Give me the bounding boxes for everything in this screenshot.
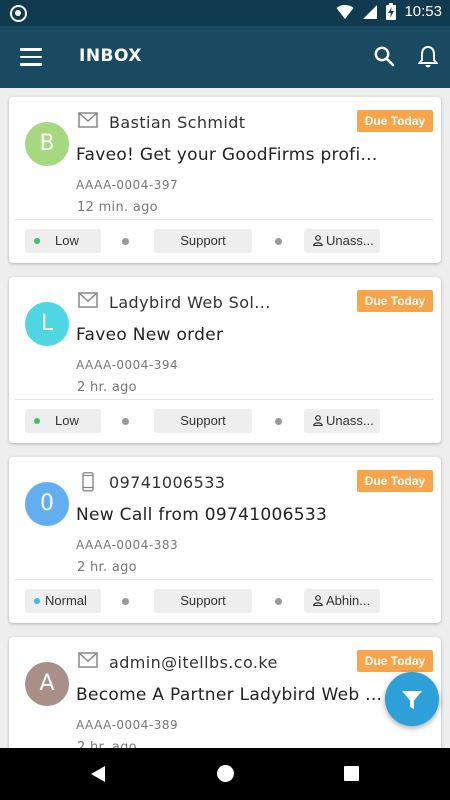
filter-icon bbox=[402, 691, 422, 709]
mail-icon bbox=[78, 652, 98, 668]
due-badge: Due Today bbox=[357, 650, 433, 672]
separator-dot bbox=[275, 238, 282, 245]
divider bbox=[15, 579, 433, 580]
ticket-number: AAAA-0004-383 bbox=[76, 538, 179, 552]
ticket-subject: New Call from 09741006533 bbox=[76, 505, 328, 525]
assignee-chip: Unass... bbox=[304, 229, 380, 253]
avatar: A bbox=[25, 662, 69, 706]
assignee-chip: Abhin... bbox=[304, 589, 380, 613]
ticket-card[interactable]: A admin@itellbs.co.ke Due Today Become A… bbox=[9, 637, 441, 748]
ticket-subject: Become A Partner Ladybird Web ... bbox=[76, 685, 383, 705]
ticket-number: AAAA-0004-394 bbox=[76, 358, 179, 372]
avatar: B bbox=[25, 122, 69, 166]
ticket-time: 12 min. ago bbox=[77, 200, 158, 215]
ticket-subject: Faveo New order bbox=[76, 325, 224, 345]
separator-dot bbox=[122, 598, 129, 605]
mail-icon bbox=[78, 292, 98, 308]
ticket-card[interactable]: B Bastian Schmidt Due Today Faveo! Get y… bbox=[9, 97, 441, 263]
back-icon[interactable] bbox=[90, 765, 106, 783]
person-icon bbox=[313, 415, 323, 426]
home-icon[interactable] bbox=[217, 765, 234, 782]
due-badge: Due Today bbox=[357, 470, 433, 492]
due-badge: Due Today bbox=[357, 110, 433, 132]
person-icon bbox=[313, 595, 323, 606]
ticket-card[interactable]: 0 09741006533 Due Today New Call from 09… bbox=[9, 457, 441, 623]
assignee-label: Abhin... bbox=[326, 593, 371, 608]
signal-icon bbox=[363, 4, 378, 19]
assignee-label: Unass... bbox=[326, 413, 374, 428]
status-bar: 10:53 bbox=[0, 0, 450, 26]
separator-dot bbox=[275, 598, 282, 605]
separator-dot bbox=[275, 418, 282, 425]
ticket-time: 2 hr. ago bbox=[77, 560, 137, 575]
priority-label: Low bbox=[55, 413, 79, 428]
wifi-icon bbox=[336, 4, 354, 19]
bell-icon[interactable] bbox=[418, 45, 438, 69]
priority-chip: Low bbox=[25, 409, 101, 433]
department-chip: Support bbox=[154, 409, 252, 433]
separator-dot bbox=[122, 238, 129, 245]
divider bbox=[15, 219, 433, 220]
assignee-chip: Unass... bbox=[304, 409, 380, 433]
department-chip: Support bbox=[154, 229, 252, 253]
recents-icon[interactable] bbox=[344, 766, 359, 781]
sender-name: Ladybird Web Sol... bbox=[109, 293, 271, 312]
priority-label: Low bbox=[55, 233, 79, 248]
notification-icon bbox=[10, 5, 27, 22]
due-badge: Due Today bbox=[357, 290, 433, 312]
ticket-number: AAAA-0004-389 bbox=[76, 718, 179, 732]
avatar: 0 bbox=[25, 482, 69, 526]
department-chip: Support bbox=[154, 589, 252, 613]
mail-icon bbox=[78, 112, 98, 128]
navigation-bar bbox=[0, 748, 450, 800]
page-title: INBOX bbox=[79, 46, 142, 66]
sender-name: admin@itellbs.co.ke bbox=[109, 653, 278, 672]
search-icon[interactable] bbox=[374, 46, 395, 67]
divider bbox=[15, 399, 433, 400]
person-icon bbox=[313, 235, 323, 246]
ticket-list: B Bastian Schmidt Due Today Faveo! Get y… bbox=[0, 88, 450, 748]
priority-label: Normal bbox=[45, 593, 87, 608]
ticket-time: 2 hr. ago bbox=[77, 740, 137, 748]
ticket-card[interactable]: L Ladybird Web Sol... Due Today Faveo Ne… bbox=[9, 277, 441, 443]
ticket-time: 2 hr. ago bbox=[77, 380, 137, 395]
filter-button[interactable] bbox=[385, 672, 439, 726]
separator-dot bbox=[122, 418, 129, 425]
priority-chip: Low bbox=[25, 229, 101, 253]
sender-name: Bastian Schmidt bbox=[109, 113, 246, 132]
menu-icon[interactable] bbox=[20, 48, 42, 66]
ticket-subject: Faveo! Get your GoodFirms profi... bbox=[76, 145, 378, 165]
status-time: 10:53 bbox=[404, 3, 442, 20]
sender-name: 09741006533 bbox=[109, 473, 226, 492]
phone-icon bbox=[82, 472, 94, 492]
assignee-label: Unass... bbox=[326, 233, 374, 248]
app-bar: INBOX bbox=[0, 26, 450, 88]
battery-charging-icon bbox=[386, 3, 397, 20]
ticket-number: AAAA-0004-397 bbox=[76, 178, 179, 192]
avatar: L bbox=[25, 302, 69, 346]
priority-chip: Normal bbox=[25, 589, 101, 613]
